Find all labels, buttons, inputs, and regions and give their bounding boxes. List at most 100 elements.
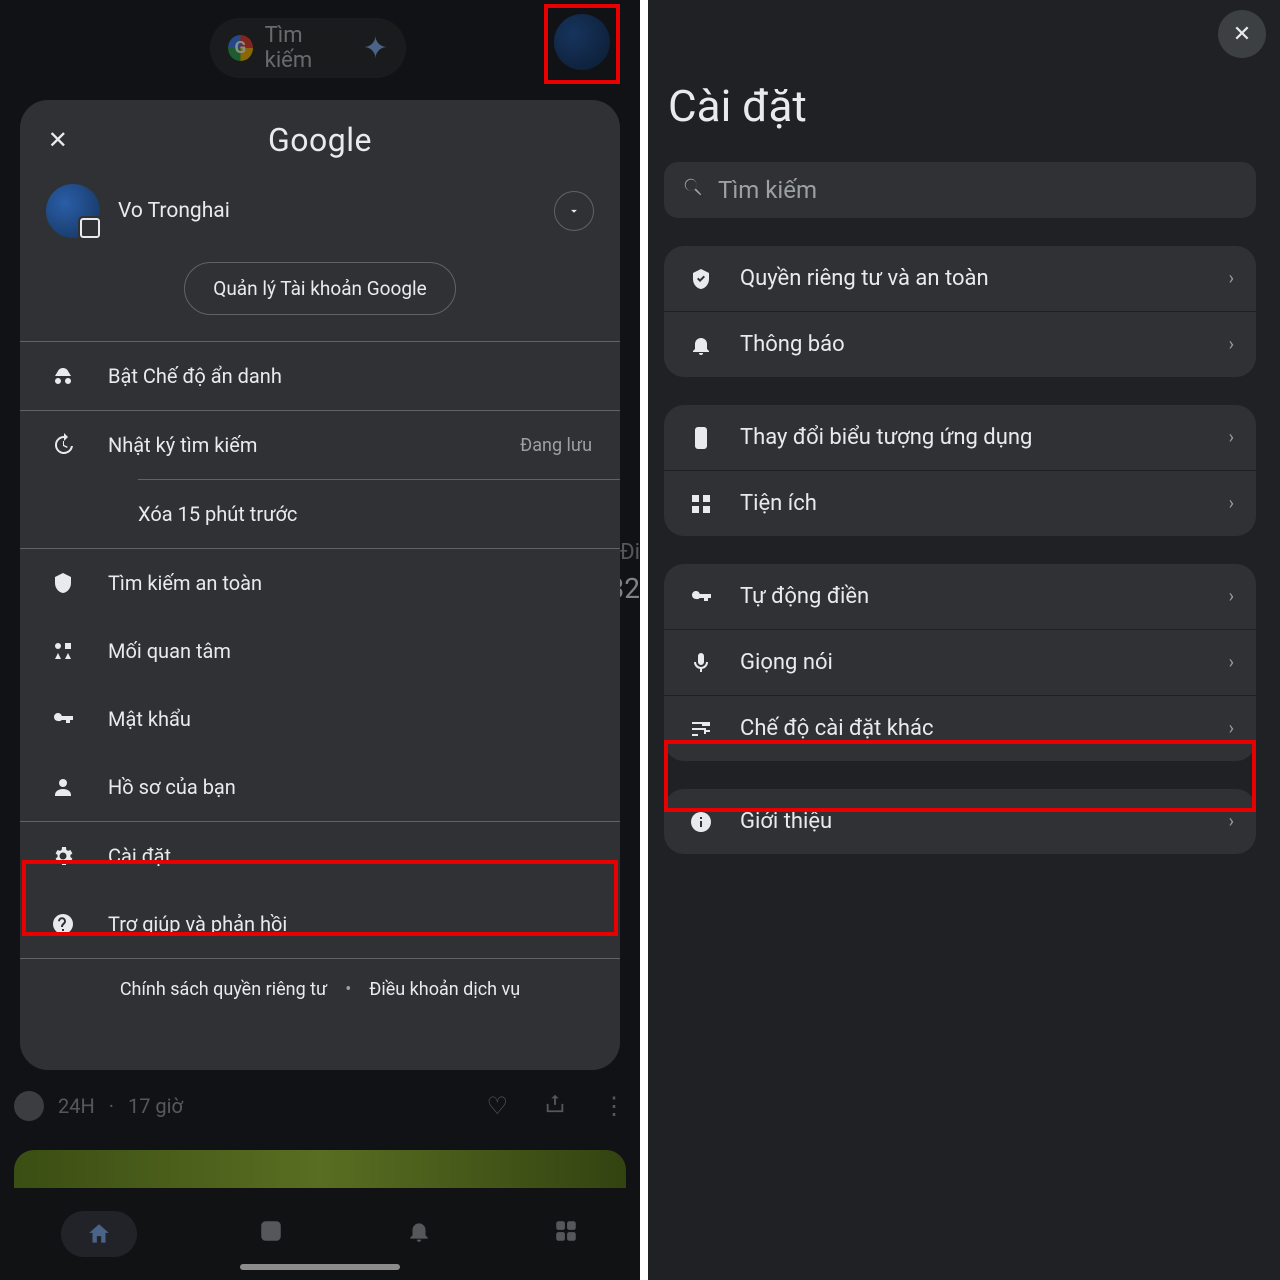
terms-link[interactable]: Điều khoản dịch vụ — [369, 979, 520, 1000]
menu-help[interactable]: Trợ giúp và phản hồi — [20, 890, 620, 958]
item-label: Quyền riêng tư và an toàn — [740, 266, 989, 291]
item-label: Thông báo — [740, 332, 845, 357]
chevron-right-icon: › — [1229, 586, 1234, 607]
chevron-right-icon: › — [1229, 718, 1234, 739]
item-privacy[interactable]: Quyền riêng tư và an toàn › — [664, 246, 1256, 311]
left-screenshot: Tìm kiếm ✦ Đi 32 24H · 17 giờ ♡ ⋮ — [0, 0, 640, 1280]
menu-label: Cài đặt — [108, 844, 592, 868]
profile-avatar — [46, 184, 100, 238]
menu-label: Trợ giúp và phản hồi — [108, 912, 592, 936]
key-icon — [48, 707, 78, 731]
search-pill[interactable]: Tìm kiếm ✦ — [210, 18, 406, 78]
partial-label: Đi — [620, 540, 640, 565]
chevron-right-icon: › — [1229, 811, 1234, 832]
svg-text:2: 2 — [268, 1224, 275, 1238]
chevron-right-icon: › — [1229, 268, 1234, 289]
share-icon[interactable] — [544, 1092, 566, 1120]
menu-label: Tìm kiếm an toàn — [108, 571, 592, 595]
history-icon — [48, 433, 78, 457]
publisher-avatar — [14, 1091, 44, 1121]
settings-search[interactable]: Tìm kiếm — [664, 162, 1256, 218]
person-icon — [48, 775, 78, 799]
item-autofill[interactable]: Tự động điền › — [664, 564, 1256, 629]
item-widget[interactable]: Tiện ích › — [664, 470, 1256, 536]
sheet-header: ✕ Google — [20, 114, 620, 166]
profile-name: Vo Tronghai — [118, 199, 536, 223]
account-avatar[interactable] — [554, 14, 610, 70]
phone-icon — [686, 426, 716, 450]
publisher-name: 24H — [58, 1094, 95, 1118]
gear-icon — [48, 844, 78, 868]
heart-icon[interactable]: ♡ — [486, 1092, 508, 1120]
nav-home[interactable] — [61, 1211, 137, 1257]
help-icon — [48, 912, 78, 936]
saving-status: Đang lưu — [520, 435, 592, 456]
mic-icon — [686, 651, 716, 675]
nav-notifications[interactable] — [406, 1218, 432, 1251]
close-icon[interactable]: ✕ — [38, 120, 78, 160]
info-icon — [686, 810, 716, 834]
item-notifications[interactable]: Thông báo › — [664, 311, 1256, 377]
chevron-right-icon: › — [1229, 652, 1234, 673]
screenshot-divider — [640, 0, 648, 1280]
more-icon[interactable]: ⋮ — [602, 1092, 626, 1120]
account-sheet: ✕ Google Vo Tronghai Quản lý Tài khoản G… — [20, 100, 620, 1070]
menu-passwords[interactable]: Mật khẩu — [20, 685, 620, 753]
menu-history[interactable]: Nhật ký tìm kiếm Đang lưu — [20, 411, 620, 479]
incognito-icon — [48, 364, 78, 388]
settings-group-2: Thay đổi biểu tượng ứng dụng › Tiện ích … — [664, 405, 1256, 536]
tune-icon — [686, 717, 716, 741]
item-voice[interactable]: Giọng nói › — [664, 629, 1256, 695]
menu-profile[interactable]: Hồ sơ của bạn — [20, 753, 620, 821]
google-g-icon — [228, 35, 253, 61]
dot-separator: • — [345, 979, 351, 1000]
settings-group-3: Tự động điền › Giọng nói › Chế độ cài đặ… — [664, 564, 1256, 761]
item-appicon[interactable]: Thay đổi biểu tượng ứng dụng › — [664, 405, 1256, 470]
item-label: Thay đổi biểu tượng ứng dụng — [740, 425, 1032, 450]
item-label: Chế độ cài đặt khác — [740, 716, 934, 741]
feed-card-image[interactable] — [14, 1150, 626, 1190]
sparkle-icon: ✦ — [363, 31, 388, 66]
item-other-settings[interactable]: Chế độ cài đặt khác › — [664, 695, 1256, 761]
settings-group-4: Giới thiệu › — [664, 789, 1256, 854]
privacy-link[interactable]: Chính sách quyền riêng tư — [120, 979, 327, 1000]
item-label: Tiện ích — [740, 491, 817, 516]
menu-label: Bật Chế độ ẩn danh — [108, 364, 592, 388]
nav-apps[interactable] — [553, 1218, 579, 1251]
interests-icon — [48, 639, 78, 663]
menu-label: Hồ sơ của bạn — [108, 775, 592, 799]
item-label: Giới thiệu — [740, 809, 832, 834]
right-screenshot: ✕ Cài đặt Tìm kiếm Quyền riêng tư và an … — [640, 0, 1280, 1280]
item-about[interactable]: Giới thiệu › — [664, 789, 1256, 854]
chevron-down-icon[interactable] — [554, 191, 594, 231]
feed-meta-row: 24H · 17 giờ ♡ ⋮ — [14, 1082, 626, 1130]
publish-time: 17 giờ — [128, 1094, 183, 1118]
menu-interests[interactable]: Mối quan tâm — [20, 617, 620, 685]
close-icon[interactable]: ✕ — [1218, 10, 1266, 58]
key-icon — [686, 585, 716, 609]
profile-row[interactable]: Vo Tronghai — [20, 166, 620, 248]
search-placeholder: Tìm kiếm — [265, 23, 351, 73]
sheet-title: Google — [268, 121, 372, 159]
page-title: Cài đặt — [668, 80, 1256, 132]
manage-account-button[interactable]: Quản lý Tài khoản Google — [184, 262, 455, 315]
menu-settings[interactable]: Cài đặt — [20, 822, 620, 890]
menu-delete-15[interactable]: Xóa 15 phút trước — [20, 480, 620, 548]
chevron-right-icon: › — [1229, 427, 1234, 448]
sheet-footer: Chính sách quyền riêng tư • Điều khoản d… — [20, 959, 620, 1024]
nav-tabs[interactable]: 2 — [258, 1218, 284, 1251]
menu-label: Nhật ký tìm kiếm — [108, 433, 490, 457]
search-icon — [682, 176, 704, 204]
bell-icon — [686, 333, 716, 357]
widgets-icon — [686, 492, 716, 516]
chevron-right-icon: › — [1229, 493, 1234, 514]
search-placeholder: Tìm kiếm — [718, 176, 817, 204]
menu-label: Mật khẩu — [108, 707, 592, 731]
item-label: Giọng nói — [740, 650, 833, 675]
menu-safesearch[interactable]: Tìm kiếm an toàn — [20, 549, 620, 617]
chevron-right-icon: › — [1229, 334, 1234, 355]
home-indicator — [240, 1264, 400, 1270]
shield-icon — [48, 571, 78, 595]
menu-label: Mối quan tâm — [108, 639, 592, 663]
menu-incognito[interactable]: Bật Chế độ ẩn danh — [20, 342, 620, 410]
